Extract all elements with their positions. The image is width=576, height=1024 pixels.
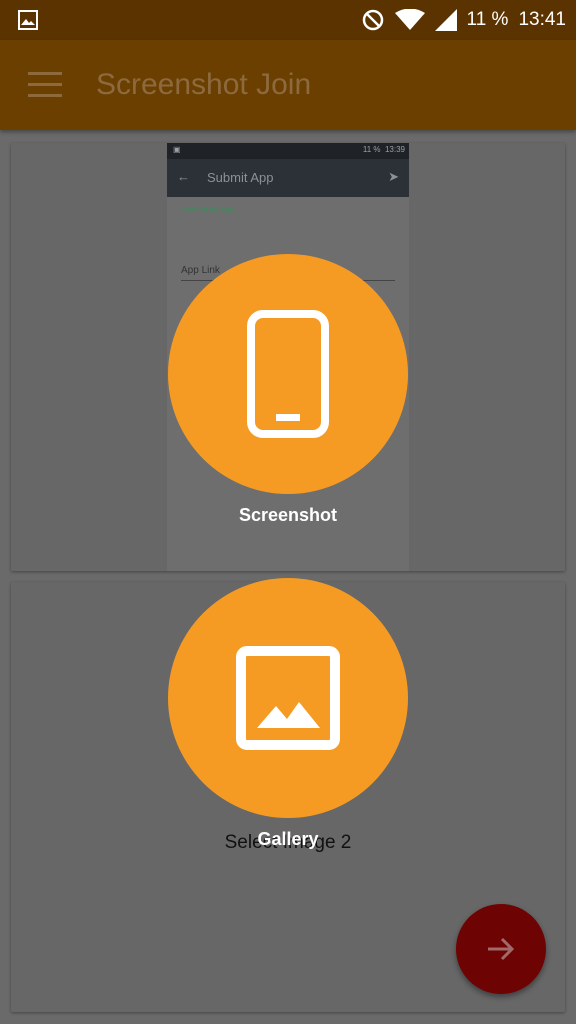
battery-percent: 11 % xyxy=(466,9,509,30)
signal-icon xyxy=(434,9,457,31)
preview-image-icon: ▣ xyxy=(173,145,181,154)
preview-field2-label: App Link xyxy=(181,265,220,276)
wifi-icon xyxy=(394,9,425,31)
screenshot-label: Screenshot xyxy=(238,505,338,525)
preview-cursor xyxy=(181,220,182,234)
preview-field1-underline xyxy=(181,235,395,236)
gallery-button[interactable] xyxy=(168,578,408,818)
send-icon: ➤ xyxy=(388,169,399,184)
do-not-disturb-icon xyxy=(361,8,385,32)
status-bar: 11 % 13:41 xyxy=(0,0,576,40)
preview-toolbar: ← Submit App ➤ xyxy=(167,159,409,197)
gallery-image-icon xyxy=(236,646,340,750)
preview-field1-label: Name of the App xyxy=(181,207,234,214)
page-title: Screenshot Join xyxy=(96,68,312,101)
gallery-label: Gallery xyxy=(257,829,319,849)
back-arrow-icon: ← xyxy=(177,169,190,184)
arrow-right-icon xyxy=(488,937,515,961)
app-bar: Screenshot Join xyxy=(0,40,576,130)
screenshot-button[interactable] xyxy=(168,254,408,494)
image-notification-icon xyxy=(18,10,38,30)
clock: 13:41 xyxy=(518,9,566,30)
menu-icon[interactable] xyxy=(28,72,62,98)
preview-battery: 11 % xyxy=(362,145,381,154)
phone-icon xyxy=(247,310,329,438)
next-button[interactable] xyxy=(456,904,546,994)
preview-time: 13:39 xyxy=(384,145,405,154)
preview-toolbar-title: Submit App xyxy=(207,170,274,185)
preview-status-bar: ▣ 11 % 13:39 xyxy=(167,143,409,159)
